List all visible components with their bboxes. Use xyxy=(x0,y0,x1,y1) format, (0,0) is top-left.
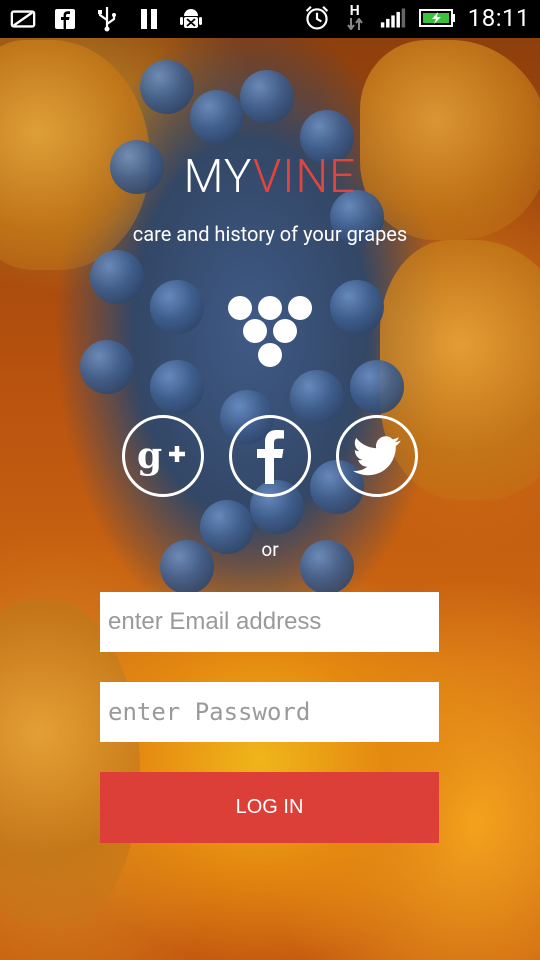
facebook-icon xyxy=(257,430,284,484)
app-logo-text: MYVINE xyxy=(0,150,540,204)
battery-charging-icon xyxy=(418,5,456,31)
pause-icon xyxy=(136,6,162,32)
facebook-button[interactable] xyxy=(229,415,311,497)
signal-off-icon xyxy=(10,6,36,32)
tagline: care and history of your grapes xyxy=(132,222,408,246)
android-debug-icon xyxy=(178,6,204,32)
alarm-icon xyxy=(304,5,330,31)
brand-vine: VINE xyxy=(252,150,357,204)
status-bar: H 18:11 xyxy=(0,0,540,38)
brand-my: MY xyxy=(183,150,253,204)
login-button[interactable]: LOG IN xyxy=(100,772,439,843)
svg-text:g: g xyxy=(137,435,162,477)
status-clock: 18:11 xyxy=(467,4,530,32)
facebook-icon xyxy=(52,6,78,32)
password-field[interactable] xyxy=(100,682,439,742)
login-screen: MYVINE care and history of your grapes g… xyxy=(0,0,540,960)
usb-icon xyxy=(94,6,120,32)
grape-logo-icon xyxy=(228,296,312,367)
social-login-buttons: g xyxy=(0,415,540,497)
email-field[interactable] xyxy=(100,592,439,652)
google-plus-button[interactable]: g xyxy=(122,415,204,497)
signal-bars-icon xyxy=(380,5,406,31)
network-h-icon: H xyxy=(342,4,368,31)
twitter-button[interactable] xyxy=(336,415,418,497)
or-divider-text: or xyxy=(261,538,279,561)
twitter-icon xyxy=(353,436,401,476)
google-plus-icon: g xyxy=(137,435,185,477)
